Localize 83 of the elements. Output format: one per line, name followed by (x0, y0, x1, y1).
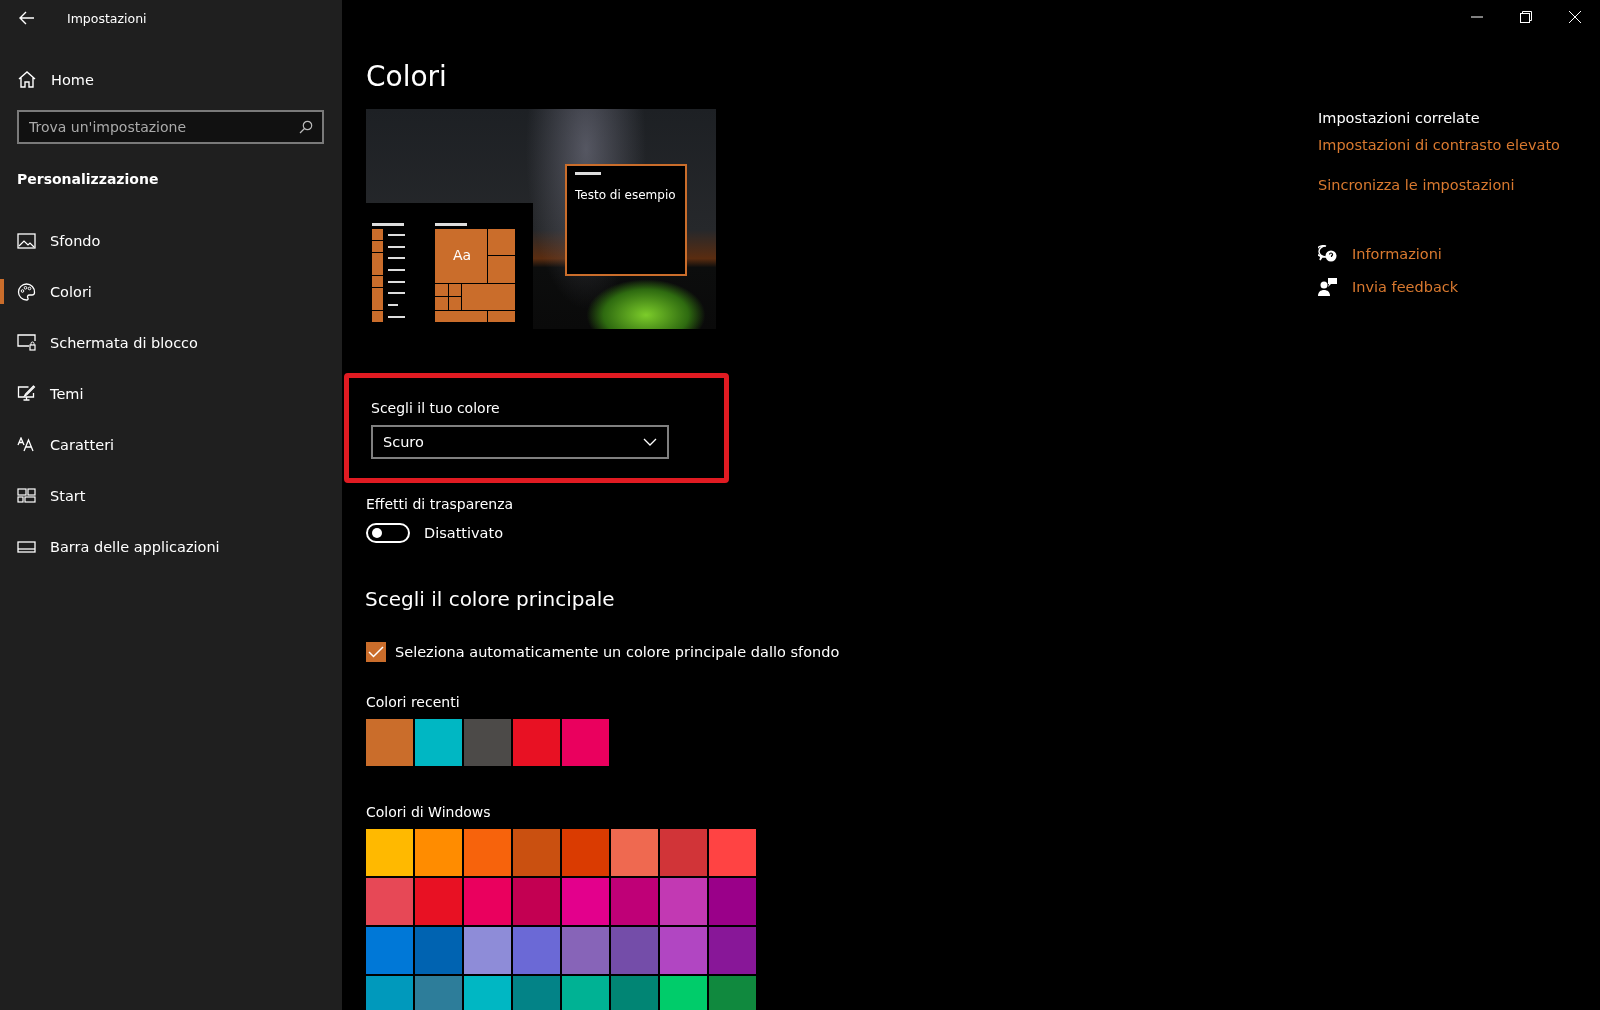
color-swatch[interactable] (611, 829, 658, 876)
sidebar-item[interactable]: Temi (0, 368, 342, 419)
font-letters-icon (17, 437, 36, 452)
palette-icon (17, 282, 36, 301)
chevron-down-icon (643, 438, 657, 446)
sidebar-item[interactable]: Caratteri (0, 419, 342, 470)
color-swatch[interactable] (709, 878, 756, 925)
color-swatch[interactable] (562, 927, 609, 974)
section-heading: Personalizzazione (17, 171, 159, 187)
page-title: Colori (366, 59, 447, 95)
window-title: Impostazioni (67, 10, 147, 26)
field-label: Scegli il tuo colore (371, 400, 500, 416)
checkmark-icon (368, 646, 384, 658)
field-label: Colori di Windows (366, 804, 491, 820)
color-swatch[interactable] (464, 976, 511, 1010)
color-swatch[interactable] (415, 927, 462, 974)
color-swatch[interactable] (562, 719, 609, 766)
settings-link[interactable]: Impostazioni di contrasto elevato (1318, 137, 1560, 153)
color-swatch[interactable] (513, 927, 560, 974)
color-swatch[interactable] (513, 976, 560, 1010)
monitor-lock-icon (17, 334, 36, 351)
color-swatch[interactable] (611, 878, 658, 925)
color-swatch[interactable] (464, 927, 511, 974)
help-link[interactable]: Invia feedback (1352, 279, 1459, 295)
field-label: Effetti di trasparenza (366, 496, 514, 512)
color-swatch[interactable] (513, 719, 560, 766)
back-arrow-icon[interactable] (19, 11, 35, 25)
sidebar-item[interactable]: Sfondo (0, 215, 342, 266)
person-speech-icon (1318, 278, 1338, 296)
color-swatch[interactable] (660, 976, 707, 1010)
toggle-state-text: Disattivato (424, 525, 504, 541)
color-swatch[interactable] (660, 927, 707, 974)
settings-link[interactable]: Sincronizza le impostazioni (1318, 177, 1515, 193)
sidebar-item[interactable]: Barra delle applicazioni (0, 521, 342, 572)
minimize-icon[interactable] (1471, 16, 1483, 18)
pen-monitor-icon (17, 385, 36, 402)
home-icon (18, 71, 36, 88)
mode-dropdown[interactable]: Scuro (371, 425, 669, 459)
sidebar-item[interactable]: Colori (0, 266, 342, 317)
color-swatch[interactable] (513, 829, 560, 876)
color-swatch[interactable] (513, 878, 560, 925)
color-swatch[interactable] (415, 719, 462, 766)
picture-icon (17, 232, 36, 249)
color-swatch[interactable] (611, 976, 658, 1010)
color-swatch[interactable] (562, 976, 609, 1010)
color-swatch[interactable] (366, 927, 413, 974)
chat-question-icon (1318, 245, 1338, 263)
color-swatch[interactable] (464, 829, 511, 876)
related-heading: Impostazioni correlate (1318, 110, 1480, 126)
tiles-icon (17, 488, 36, 503)
color-swatch[interactable] (366, 878, 413, 925)
close-icon[interactable] (1569, 11, 1581, 23)
sidebar-item[interactable]: Start (0, 470, 342, 521)
color-swatch[interactable] (415, 976, 462, 1010)
color-swatch[interactable] (709, 829, 756, 876)
color-swatch[interactable] (464, 878, 511, 925)
sample-text: Testo di esempio (575, 188, 676, 202)
color-swatch[interactable] (366, 719, 413, 766)
color-swatch[interactable] (415, 829, 462, 876)
checkbox-label[interactable]: Seleziona automaticamente un colore principale dallo sfondo (395, 644, 840, 660)
color-swatch[interactable] (366, 829, 413, 876)
color-swatch[interactable] (709, 976, 756, 1010)
color-swatch[interactable] (415, 878, 462, 925)
restore-icon[interactable] (1520, 11, 1532, 23)
transparency-toggle[interactable] (366, 523, 410, 543)
color-swatch[interactable] (562, 829, 609, 876)
color-swatch[interactable] (660, 878, 707, 925)
color-swatch[interactable] (660, 829, 707, 876)
color-swatch[interactable] (464, 719, 511, 766)
home-nav-item[interactable]: Home (18, 71, 94, 88)
sidebar-item[interactable]: Schermata di blocco (0, 317, 342, 368)
field-label: Colori recenti (366, 694, 460, 710)
section-heading: Scegli il colore principale (365, 587, 615, 611)
search-icon (299, 120, 313, 134)
help-link[interactable]: Informazioni (1352, 246, 1442, 262)
checkbox[interactable] (366, 642, 386, 662)
color-swatch[interactable] (709, 927, 756, 974)
taskbar-icon (17, 540, 36, 553)
color-swatch[interactable] (611, 927, 658, 974)
color-swatch[interactable] (562, 878, 609, 925)
search-field[interactable]: Trova un'impostazione (17, 110, 324, 144)
tile-text: Aa (453, 247, 472, 263)
color-swatch[interactable] (366, 976, 413, 1010)
